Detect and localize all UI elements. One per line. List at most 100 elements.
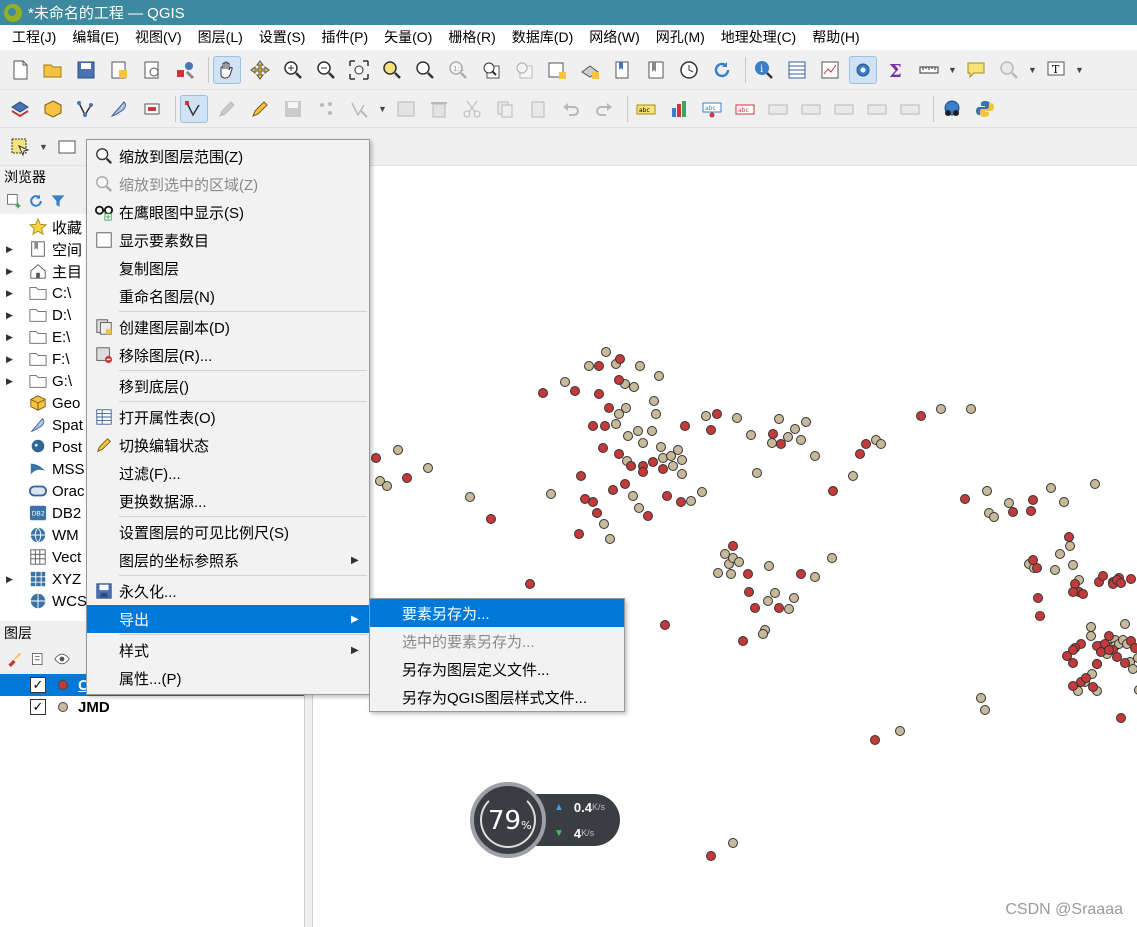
- export-submenu-item[interactable]: 另存为图层定义文件...: [370, 655, 624, 683]
- context-menu-item[interactable]: 永久化...: [87, 577, 369, 605]
- context-menu-item[interactable]: 显示要素数目: [87, 226, 369, 254]
- expand-arrow-icon[interactable]: ▶: [6, 574, 18, 585]
- jmd-point[interactable]: [966, 404, 976, 414]
- jmd-point[interactable]: [465, 492, 475, 502]
- context-menu-item[interactable]: 切换编辑状态: [87, 431, 369, 459]
- output-layer-point[interactable]: [1068, 587, 1078, 597]
- jmd-point[interactable]: [614, 409, 624, 419]
- jmd-point[interactable]: [789, 593, 799, 603]
- diagram-toolbar-button[interactable]: [665, 95, 693, 123]
- jmd-point[interactable]: [629, 382, 639, 392]
- output-layer-point[interactable]: [1064, 532, 1074, 542]
- add-group-icon[interactable]: [30, 651, 46, 667]
- redo-button[interactable]: [590, 95, 618, 123]
- toggle-editing-layer-button[interactable]: [180, 94, 208, 123]
- new-bookmark-button[interactable]: [609, 56, 637, 84]
- jmd-point[interactable]: [1086, 631, 1096, 641]
- menu-web[interactable]: 网络(W): [581, 25, 648, 50]
- context-menu-item[interactable]: 复制图层: [87, 254, 369, 282]
- map-canvas[interactable]: [312, 166, 1137, 927]
- jmd-point[interactable]: [1004, 498, 1014, 508]
- jmd-point[interactable]: [770, 588, 780, 598]
- digitize-pen-button[interactable]: [105, 95, 133, 123]
- output-layer-point[interactable]: [658, 464, 668, 474]
- context-menu-item[interactable]: 移到底层(): [87, 372, 369, 400]
- output-layer-point[interactable]: [371, 453, 381, 463]
- save-project-button[interactable]: [72, 56, 100, 84]
- zoom-last-button[interactable]: [477, 56, 505, 84]
- expand-arrow-icon[interactable]: ▶: [6, 310, 18, 321]
- label-change-button[interactable]: [863, 95, 891, 123]
- output-layer-point[interactable]: [1008, 507, 1018, 517]
- jmd-point[interactable]: [848, 471, 858, 481]
- layer-item[interactable]: ✓ JMD: [0, 696, 304, 718]
- current-edits-button[interactable]: [213, 95, 241, 123]
- jmd-point[interactable]: [1090, 479, 1100, 489]
- menu-settings[interactable]: 设置(S): [251, 25, 314, 50]
- output-layer-point[interactable]: [580, 494, 590, 504]
- output-layer-point[interactable]: [1028, 495, 1038, 505]
- zoom-out-button[interactable]: [312, 56, 340, 84]
- context-menu-item[interactable]: 更换数据源...: [87, 487, 369, 515]
- jmd-point[interactable]: [623, 431, 633, 441]
- jmd-point[interactable]: [746, 430, 756, 440]
- text-annotation-button[interactable]: T: [1042, 56, 1070, 84]
- jmd-point[interactable]: [810, 572, 820, 582]
- map-tips-button[interactable]: [962, 56, 990, 84]
- menu-database[interactable]: 数据库(D): [504, 25, 581, 50]
- statistical-summary-button[interactable]: [816, 56, 844, 84]
- output-layer-point[interactable]: [796, 569, 806, 579]
- identify-button[interactable]: i: [750, 56, 778, 84]
- layer-visibility-checkbox[interactable]: ✓: [30, 677, 46, 693]
- jmd-point[interactable]: [1055, 549, 1065, 559]
- zoom-native-button[interactable]: 1:1: [444, 56, 472, 84]
- label-pin-button[interactable]: abc: [698, 95, 726, 123]
- output-layer-point[interactable]: [576, 471, 586, 481]
- output-layer-point[interactable]: [608, 485, 618, 495]
- output-layer-point[interactable]: [861, 439, 871, 449]
- jmd-point[interactable]: [1128, 664, 1137, 674]
- jmd-point[interactable]: [801, 417, 811, 427]
- jmd-point[interactable]: [767, 438, 777, 448]
- menu-layer[interactable]: 图层(L): [190, 25, 251, 50]
- new-virtual-layer-button[interactable]: [138, 95, 166, 123]
- jmd-point[interactable]: [790, 424, 800, 434]
- output-layer-point[interactable]: [1112, 652, 1122, 662]
- new-geopackage-button[interactable]: [39, 95, 67, 123]
- menu-project[interactable]: 工程(J): [4, 25, 64, 50]
- jmd-point[interactable]: [774, 414, 784, 424]
- output-layer-point[interactable]: [1126, 574, 1136, 584]
- jmd-point[interactable]: [976, 693, 986, 703]
- layer-styling-icon[interactable]: [6, 651, 22, 667]
- output-layer-point[interactable]: [1092, 659, 1102, 669]
- new-map-view-button[interactable]: [543, 56, 571, 84]
- temporal-controller-button[interactable]: [675, 56, 703, 84]
- output-layer-point[interactable]: [712, 409, 722, 419]
- output-layer-point[interactable]: [750, 603, 760, 613]
- add-selected-layers-icon[interactable]: [6, 193, 22, 209]
- output-layer-point[interactable]: [744, 587, 754, 597]
- refresh-icon[interactable]: [28, 193, 44, 209]
- jmd-point[interactable]: [784, 604, 794, 614]
- pan-map-button[interactable]: [213, 55, 241, 84]
- output-layer-point[interactable]: [1098, 571, 1108, 581]
- menu-processing[interactable]: 地理处理(C): [713, 25, 804, 50]
- jmd-point[interactable]: [763, 596, 773, 606]
- zoom-to-selection-button[interactable]: [378, 56, 406, 84]
- jmd-point[interactable]: [895, 726, 905, 736]
- output-layer-point[interactable]: [916, 411, 926, 421]
- output-layer-point[interactable]: [525, 579, 535, 589]
- context-menu-item[interactable]: 设置图层的可见比例尺(S): [87, 518, 369, 546]
- select-by-value-button[interactable]: [53, 133, 81, 161]
- output-layer-point[interactable]: [614, 449, 624, 459]
- export-submenu-item[interactable]: 另存为QGIS图层样式文件...: [370, 683, 624, 711]
- expand-arrow-icon[interactable]: ▶: [6, 332, 18, 343]
- locator-button[interactable]: [995, 56, 1023, 84]
- jmd-point[interactable]: [654, 371, 664, 381]
- menu-vector[interactable]: 矢量(O): [376, 25, 440, 50]
- output-layer-point[interactable]: [638, 467, 648, 477]
- layer-visibility-checkbox[interactable]: ✓: [30, 699, 46, 715]
- jmd-point[interactable]: [1086, 622, 1096, 632]
- context-menu-item[interactable]: 打开属性表(O): [87, 403, 369, 431]
- jmd-point[interactable]: [697, 487, 707, 497]
